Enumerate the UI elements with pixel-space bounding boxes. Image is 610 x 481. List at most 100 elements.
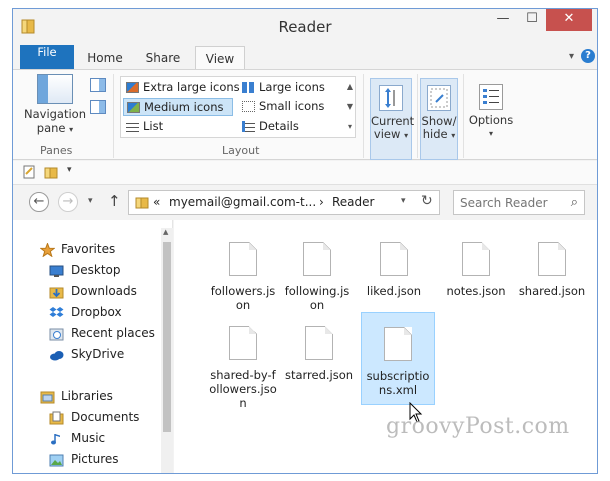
search-box[interactable]: ⌕ xyxy=(453,190,585,215)
tab-share[interactable]: Share xyxy=(139,46,187,70)
sidebar-item-documents[interactable]: Documents xyxy=(13,407,163,428)
layout-large-icons[interactable]: Large icons xyxy=(239,79,325,97)
up-button[interactable]: ↑ xyxy=(108,192,121,210)
file-item[interactable]: shared.json xyxy=(515,234,589,298)
music-icon xyxy=(51,434,60,445)
list-icon xyxy=(126,121,139,132)
ribbon-divider xyxy=(113,74,114,158)
new-folder-icon[interactable] xyxy=(44,165,59,179)
layout-details[interactable]: Details xyxy=(239,118,299,136)
sidebar-item-skydrive[interactable]: SkyDrive xyxy=(13,344,163,365)
desktop-icon xyxy=(49,265,64,277)
sidebar-item-desktop[interactable]: Desktop xyxy=(13,260,163,281)
options-caret: ▾ xyxy=(488,129,493,138)
file-name: followers.json xyxy=(210,284,276,312)
sidebar-item-music[interactable]: Music xyxy=(13,428,163,449)
layout-scroll-arrows[interactable]: ▲ ▼ ▾ xyxy=(345,77,355,137)
preview-pane-icon[interactable] xyxy=(90,78,106,92)
show-hide-button[interactable]: Show/ hide ▾ xyxy=(420,78,458,160)
sidebar-scrollbar[interactable]: ▲ xyxy=(161,228,173,473)
current-view-label-2: view ▾ xyxy=(373,127,409,141)
sidebar-item-dropbox[interactable]: Dropbox xyxy=(13,302,163,323)
show-hide-icon xyxy=(427,85,451,111)
breadcrumb-item[interactable]: Reader xyxy=(332,195,374,209)
extra-large-icons-icon xyxy=(126,82,139,93)
search-input[interactable] xyxy=(454,191,558,214)
breadcrumb-separator[interactable]: › xyxy=(319,195,324,209)
documents-icon xyxy=(49,411,64,425)
close-button[interactable]: ✕ xyxy=(546,9,592,31)
sidebar-item-libraries[interactable]: Libraries xyxy=(13,386,163,407)
help-icon[interactable]: ? xyxy=(581,49,595,63)
layout-small-icons[interactable]: Small icons xyxy=(239,98,324,116)
sidebar-item-recent-places[interactable]: Recent places xyxy=(13,323,163,344)
layout-medium-icons[interactable]: Medium icons xyxy=(123,98,233,116)
ribbon-tabs: File Home Share View ▾ ? xyxy=(13,43,597,70)
file-item[interactable]: following.json xyxy=(280,234,354,312)
search-icon[interactable]: ⌕ xyxy=(571,195,578,210)
scroll-up-icon[interactable]: ▲ xyxy=(163,228,168,236)
layout-group-label: Layout xyxy=(222,144,260,157)
expand-ribbon-icon[interactable]: ▾ xyxy=(569,51,574,62)
medium-icons-icon xyxy=(127,102,140,113)
file-item[interactable]: shared-by-followers.json xyxy=(206,318,280,410)
document-icon xyxy=(305,326,333,360)
layout-gallery: Extra large icons Large icons Medium ico… xyxy=(120,76,356,138)
minimize-button[interactable]: — xyxy=(488,9,518,31)
document-icon xyxy=(538,242,566,276)
ribbon-view: Navigation pane ▾ Panes Extra large icon… xyxy=(13,69,597,160)
document-icon xyxy=(303,242,331,276)
customize-toolbar-icon[interactable]: ▾ xyxy=(67,165,82,179)
forward-button[interactable]: → xyxy=(58,192,78,212)
sidebar-item-favorites[interactable]: Favorites xyxy=(13,239,163,260)
file-name: subscriptions.xml xyxy=(366,369,430,397)
navigation-pane-icon xyxy=(37,74,73,104)
options-label: Options xyxy=(468,113,514,127)
file-item[interactable]: followers.json xyxy=(206,234,280,312)
title-bar: Reader — ☐ ✕ xyxy=(13,9,597,43)
current-view-button[interactable]: Current view ▾ xyxy=(370,78,414,160)
navigation-pane-button[interactable]: Navigation pane ▾ xyxy=(23,74,87,135)
skydrive-icon xyxy=(50,351,64,361)
file-item[interactable]: liked.json xyxy=(357,234,431,298)
tab-view[interactable]: View xyxy=(195,46,245,70)
document-icon xyxy=(229,242,257,276)
file-name: shared.json xyxy=(518,284,586,298)
address-toolbar: ← → ▾ ↑ « myemail@gmail.com-t... › Reade… xyxy=(13,186,597,220)
file-name: following.json xyxy=(284,284,350,312)
watermark: groovyPost.com xyxy=(386,414,570,439)
file-name: starred.json xyxy=(284,368,354,382)
navigation-pane: Favorites Desktop Downloads Dropbox Rece… xyxy=(13,220,173,473)
layout-list[interactable]: List xyxy=(123,118,163,136)
address-box[interactable]: « myemail@gmail.com-t... › Reader ▾ ↻ xyxy=(128,190,440,215)
tab-file[interactable]: File xyxy=(20,45,74,70)
file-item-selected[interactable]: subscriptions.xml xyxy=(361,312,435,405)
file-item[interactable]: starred.json xyxy=(282,318,356,382)
recent-locations-icon[interactable]: ▾ xyxy=(88,196,93,206)
file-name: liked.json xyxy=(366,284,422,298)
navigation-pane-label-2: pane ▾ xyxy=(36,121,74,135)
maximize-button[interactable]: ☐ xyxy=(518,9,546,31)
properties-icon[interactable] xyxy=(22,165,37,179)
refresh-icon[interactable]: ↻ xyxy=(421,193,433,209)
ribbon-divider xyxy=(463,74,464,158)
sidebar-item-downloads[interactable]: Downloads xyxy=(13,281,163,302)
address-dropdown-icon[interactable]: ▾ xyxy=(401,196,406,206)
layout-extra-large-icons[interactable]: Extra large icons xyxy=(123,79,240,97)
document-icon xyxy=(384,327,412,361)
document-icon xyxy=(380,242,408,276)
breadcrumb-overflow[interactable]: « xyxy=(153,195,160,209)
tab-home[interactable]: Home xyxy=(83,46,127,70)
file-name: shared-by-followers.json xyxy=(209,368,277,410)
dropbox-icon xyxy=(49,307,64,317)
options-button[interactable]: Options ▾ xyxy=(465,78,517,160)
breadcrumb-item[interactable]: myemail@gmail.com-t... xyxy=(169,195,316,209)
details-pane-icon[interactable] xyxy=(90,100,106,114)
back-button[interactable]: ← xyxy=(29,192,49,212)
large-icons-icon xyxy=(242,82,255,93)
scrollbar-thumb[interactable] xyxy=(163,242,171,432)
current-view-icon xyxy=(379,85,403,111)
file-item[interactable]: notes.json xyxy=(439,234,513,298)
details-icon xyxy=(242,121,255,132)
sidebar-item-pictures[interactable]: Pictures xyxy=(13,449,163,470)
